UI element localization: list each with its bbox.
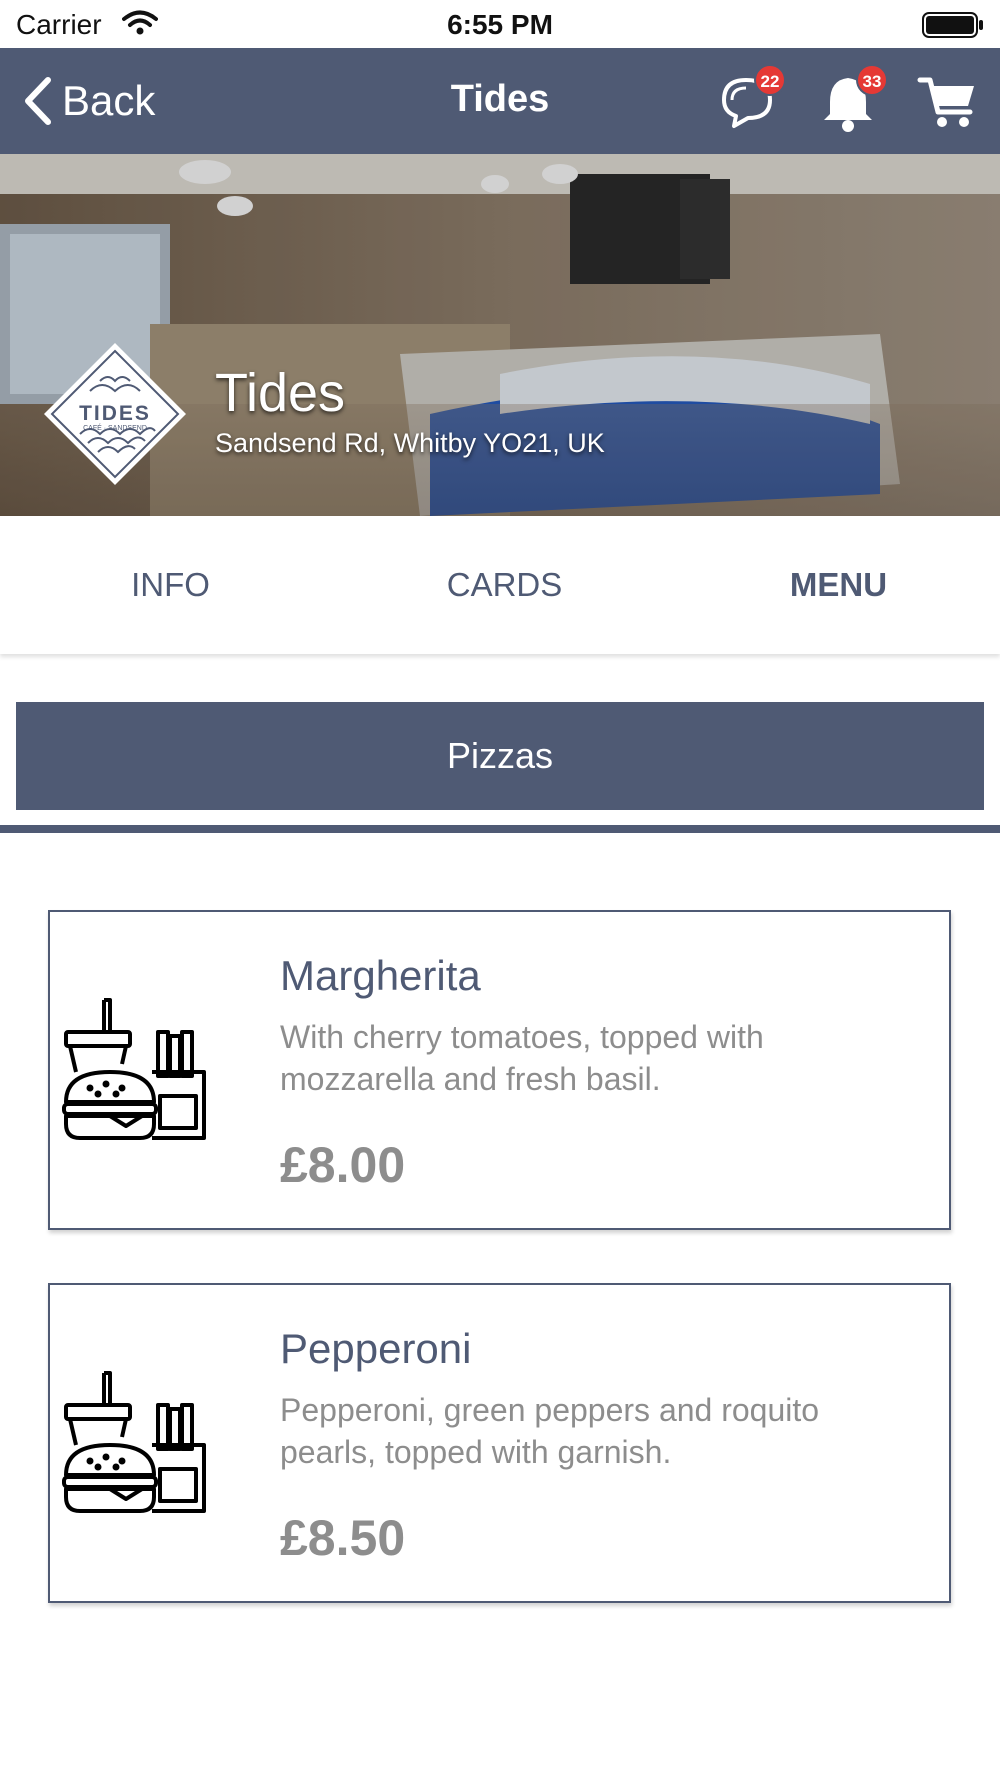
back-label: Back	[62, 77, 156, 124]
menu-item-description: Pepperoni, green peppers and roquito pea…	[280, 1392, 820, 1470]
tab-info[interactable]: INFO	[4, 566, 337, 604]
menu-item-price: £8.50	[280, 1510, 406, 1566]
notifications-badge: 33	[856, 64, 888, 96]
menu-item-price: £8.00	[280, 1137, 406, 1193]
status-bar: Carrier 6:55 PM	[0, 0, 1000, 48]
fast-food-icon	[60, 992, 210, 1147]
venue-name: Tides	[215, 363, 346, 423]
messages-button[interactable]: 22	[714, 64, 786, 134]
logo-text: TIDES	[79, 402, 151, 425]
menu-item-card[interactable]: Margherita With cherry tomatoes, topped …	[48, 910, 951, 1230]
tab-bar: INFO CARDS MENU	[0, 516, 1000, 654]
venue-address: Sandsend Rd, Whitby YO21, UK	[215, 428, 605, 458]
battery-icon	[922, 12, 984, 43]
cart-icon	[917, 77, 974, 127]
chevron-left-icon	[25, 77, 51, 125]
fast-food-icon	[60, 1365, 210, 1520]
menu-item-name: Margherita	[280, 952, 481, 999]
tab-cards[interactable]: CARDS	[338, 566, 671, 604]
navigation-bar: Back Tides 22 33	[0, 48, 1000, 154]
cart-button[interactable]	[916, 70, 980, 134]
notifications-button[interactable]: 33	[816, 64, 888, 134]
status-time: 6:55 PM	[447, 9, 553, 40]
menu-item-card[interactable]: Pepperoni Pepperoni, green peppers and r…	[48, 1283, 951, 1603]
logo-subtext: CAFÉ · SANDSEND	[83, 425, 147, 432]
venue-logo: TIDES CAFÉ · SANDSEND	[40, 339, 190, 494]
venue-hero: TIDES CAFÉ · SANDSEND Tides Sandsend Rd,…	[0, 154, 1000, 516]
menu-item-name: Pepperoni	[280, 1325, 472, 1372]
back-button[interactable]: Back	[22, 75, 155, 127]
menu-item-description: With cherry tomatoes, topped with mozzar…	[280, 1019, 764, 1097]
messages-badge: 22	[754, 64, 786, 96]
category-header-pizzas[interactable]: Pizzas	[16, 702, 984, 810]
tab-menu[interactable]: MENU	[672, 566, 1000, 604]
category-divider	[0, 825, 1000, 833]
